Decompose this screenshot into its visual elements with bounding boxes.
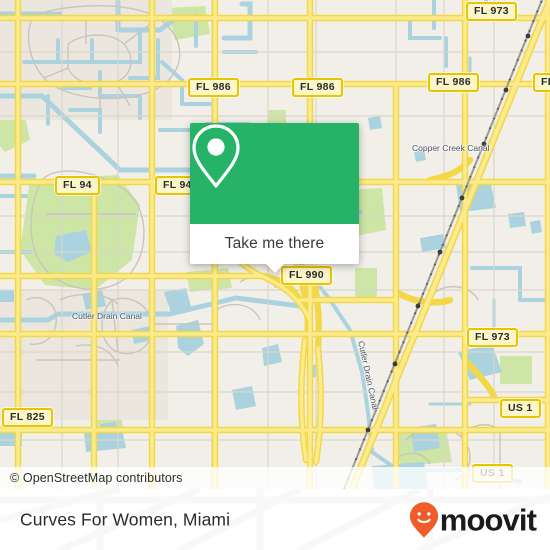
- popup-tail: [265, 264, 284, 273]
- moovit-wordmark: moovit: [439, 502, 537, 537]
- map-canvas[interactable]: FL 973FL 986FL 986FL 986FL 986FL 94FL 94…: [0, 0, 550, 489]
- route-shield: FL 986: [188, 78, 239, 97]
- route-shield: FL 94: [55, 176, 100, 195]
- route-shield: FL 986: [428, 73, 479, 92]
- route-shield: FL 986: [533, 73, 550, 92]
- map-pin-icon: [192, 124, 240, 188]
- moovit-map-card: FL 973FL 986FL 986FL 986FL 986FL 94FL 94…: [0, 0, 550, 550]
- popup-header: [190, 123, 359, 224]
- route-shield: FL 973: [467, 328, 518, 347]
- route-shield: FL 990: [281, 266, 332, 285]
- moovit-logo[interactable]: moovit: [409, 501, 537, 538]
- attribution-text: © OpenStreetMap contributors: [10, 471, 183, 485]
- route-shield: US 1: [500, 399, 541, 418]
- route-shield: FL 973: [466, 2, 517, 21]
- water-label: Cutler Drain Canal: [72, 311, 142, 321]
- map-attribution[interactable]: © OpenStreetMap contributors: [0, 467, 550, 489]
- take-me-there-label: Take me there: [224, 235, 325, 252]
- route-shield: FL 986: [292, 78, 343, 97]
- location-popup[interactable]: Take me there: [190, 123, 359, 273]
- place-name: Curves For Women, Miami: [20, 509, 231, 529]
- bottom-info-bar: Curves For Women, Miami moovit: [0, 489, 550, 550]
- moovit-pin-smiley-icon: [409, 501, 438, 538]
- water-label: Copper Creek Canal: [412, 143, 490, 153]
- popup-footer[interactable]: Take me there: [190, 224, 359, 264]
- route-shield: FL 825: [2, 408, 53, 427]
